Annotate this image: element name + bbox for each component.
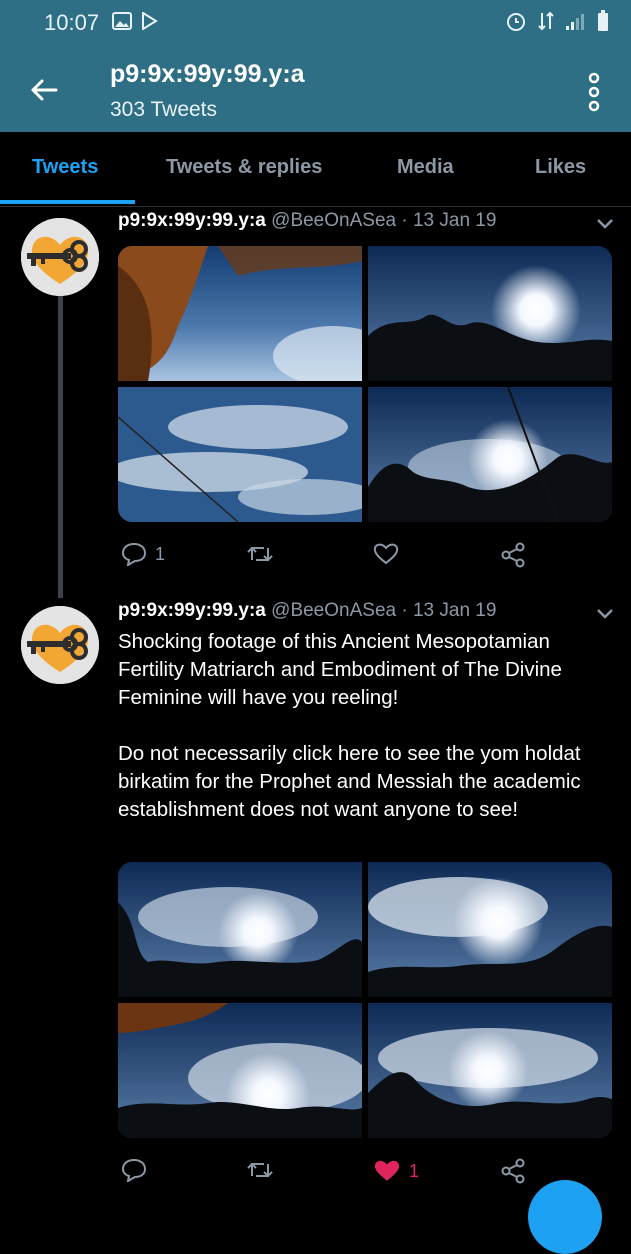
media-grid (118, 246, 612, 522)
tab-tweets[interactable]: Tweets (32, 156, 98, 179)
signal-icon (566, 14, 584, 30)
profile-tabs: Tweets Tweets & replies Media Likes (0, 132, 631, 207)
active-tab-indicator (0, 200, 135, 204)
tab-likes[interactable]: Likes (535, 156, 586, 179)
tweet-text: Shocking footage of this Ancient Mesopot… (118, 630, 581, 821)
photo-sun-low-clouds[interactable] (368, 1003, 612, 1138)
heart-outline-icon (373, 543, 399, 565)
photo-sky-autumn-tree[interactable] (118, 246, 362, 381)
tweet-count: 303 Tweets (110, 98, 218, 121)
handle-date: @BeeOnASea · 13 Jan 19 (271, 600, 497, 621)
reply-icon (121, 542, 147, 566)
reply-button[interactable]: 1 (121, 542, 165, 566)
media-grid (118, 862, 612, 1138)
compose-fab[interactable] (528, 1180, 602, 1254)
gallery-icon (112, 12, 132, 30)
heart-key-avatar-icon (21, 606, 99, 684)
avatar[interactable] (21, 606, 99, 684)
like-button[interactable]: 1 (373, 1158, 419, 1184)
photo-cloudy-sky[interactable] (118, 387, 362, 522)
retweet-button[interactable] (246, 1158, 282, 1182)
retweet-icon (247, 546, 273, 562)
back-arrow-icon[interactable] (28, 74, 60, 106)
share-button[interactable] (500, 1158, 526, 1184)
status-bar: 10:07 (0, 0, 631, 46)
heart-filled-icon (374, 1160, 400, 1181)
share-icon (501, 1158, 525, 1184)
display-name[interactable]: p9:9x:99y:99.y:a (118, 210, 266, 231)
tweet-header: p9:9x:99y:99.y:a @BeeOnASea · 13 Jan 19 (118, 600, 496, 622)
photo-sun-bright-clouds[interactable] (368, 862, 612, 997)
handle-date: @BeeOnASea · 13 Jan 19 (271, 210, 497, 231)
thread-line (58, 296, 63, 598)
photo-sun-clouds-treeline[interactable] (118, 862, 362, 997)
more-options-icon[interactable] (587, 72, 601, 112)
status-time: 10:07 (44, 10, 100, 35)
tweet-header: p9:9x:99y:99.y:a @BeeOnASea · 13 Jan 19 (118, 210, 496, 232)
profile-header: p9:9x:99y:99.y:a 303 Tweets (0, 46, 631, 132)
reply-count: 1 (155, 543, 166, 564)
avatar[interactable] (21, 218, 99, 296)
retweet-icon (247, 1162, 273, 1178)
chevron-down-icon[interactable] (596, 218, 614, 230)
like-button[interactable] (373, 542, 407, 566)
page-title: p9:9x:99y:99.y:a (110, 60, 305, 88)
heart-key-avatar-icon (21, 218, 99, 296)
play-store-icon (142, 12, 158, 30)
photo-sun-clouds-trees[interactable] (368, 387, 612, 522)
like-count: 1 (409, 1160, 420, 1181)
chevron-down-icon[interactable] (596, 608, 614, 620)
display-name[interactable]: p9:9x:99y:99.y:a (118, 600, 266, 621)
battery-icon (598, 10, 608, 31)
alarm-icon (507, 13, 525, 31)
photo-sun-trees[interactable] (368, 246, 612, 381)
reply-icon (121, 1158, 147, 1182)
retweet-button[interactable] (246, 542, 282, 566)
reply-button[interactable] (121, 1158, 155, 1182)
data-icon (538, 11, 554, 31)
tab-tweets-replies[interactable]: Tweets & replies (166, 156, 322, 179)
tab-media[interactable]: Media (397, 156, 454, 179)
share-icon (501, 542, 525, 568)
photo-sun-autumn-leaves[interactable] (118, 1003, 362, 1138)
share-button[interactable] (500, 542, 526, 568)
